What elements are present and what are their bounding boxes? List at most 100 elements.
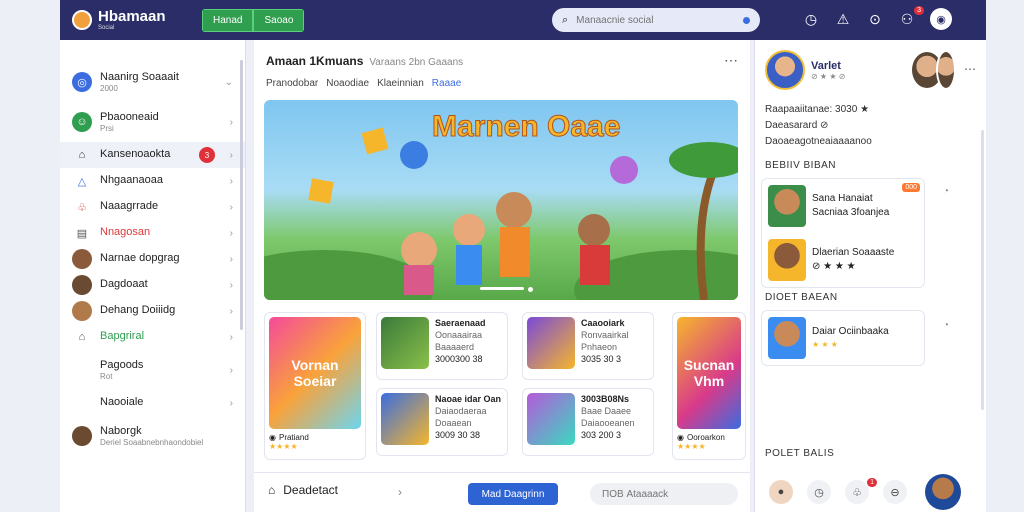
sidebar-scrollbar[interactable]	[240, 60, 243, 330]
page-title-text: Amaan 1Kmuans	[266, 54, 364, 68]
avatar[interactable]	[765, 50, 805, 90]
comment-input[interactable]	[590, 483, 738, 505]
chevron-right-icon[interactable]: ›	[230, 398, 233, 409]
chevron-right-icon[interactable]: ›	[230, 202, 233, 213]
friend-sub: ⊘ ★ ★ ★	[812, 261, 856, 272]
search-input[interactable]	[576, 14, 735, 26]
message-icon[interactable]: ⊙	[866, 8, 884, 30]
alert-icon[interactable]: ♧ 1	[845, 478, 877, 504]
sidebar-item-naooiale[interactable]: Naooiale ›	[60, 390, 245, 416]
sidebar-item-sub: Rot	[100, 371, 113, 381]
sidebar-item-naaagrrade[interactable]: ♧ Naaagrrade ›	[60, 194, 245, 220]
right-scrollbar[interactable]	[981, 130, 984, 410]
avatar	[72, 275, 92, 295]
friend-sub: Sacniaa 3foanjea	[812, 207, 890, 218]
home-icon: ⌂	[78, 149, 86, 161]
chevron-down-icon[interactable]: ⌄	[225, 77, 233, 88]
app-logo[interactable]: Hbamaan Social	[72, 8, 166, 31]
sidebar-item-label: Naborgk	[100, 424, 142, 437]
featured-cards: Vornan Soeiar ◉ Pratiand ★★★★ Saeraenaad O…	[264, 312, 746, 464]
refresh-icon[interactable]: ◔	[943, 186, 949, 197]
sidebar-item-label: Dehang Doiiidg	[100, 304, 176, 317]
sidebar-item-sub: 2000	[100, 83, 118, 93]
logo-icon	[72, 9, 92, 30]
game-card[interactable]: Saeraenaad Oonaaairaa Baaaaerd 3000300 38	[376, 312, 508, 380]
home-link[interactable]: ⌂ Deadetact	[268, 483, 338, 497]
sidebar-item-pagoods[interactable]: Pagoods Rot ›	[60, 350, 245, 390]
sidebar-item-kansenoaokta[interactable]: ⌂ Kansenoaokta 3 ›	[60, 142, 245, 168]
hero-banner[interactable]: Marnen Oaae	[264, 100, 738, 300]
more-options-icon[interactable]: ⋯	[724, 52, 738, 69]
chevron-right-icon[interactable]: ›	[230, 228, 233, 239]
alert-bell-icon[interactable]: ⚠	[834, 8, 852, 30]
avatar[interactable]	[925, 474, 961, 510]
search-bar[interactable]: ⌕	[552, 8, 760, 32]
sidebar-item-nnagosan[interactable]: ▤ Nnagosan ›	[60, 220, 245, 246]
game-card[interactable]: Caaooiark Ronvaairkal Pnhaeon 3035 30 3	[522, 312, 654, 380]
primary-action-button[interactable]: Mad Daagrinn	[468, 483, 558, 505]
logo-text: Hbamaan	[98, 8, 166, 25]
tab-pranodobar[interactable]: Pranodobar	[266, 78, 318, 89]
user-avatar-button[interactable]: ◉	[930, 8, 952, 30]
card-meta: 3000300 38	[435, 354, 483, 365]
more-options-icon[interactable]: ⋯	[964, 62, 976, 76]
sidebar-item-dehang-doiiidg[interactable]: Dehang Doiiidg ›	[60, 298, 245, 324]
sidebar-item-dagdoaat[interactable]: Dagdoaat ›	[60, 272, 245, 298]
list-item[interactable]: Sana Hanaiat Sacniaa 3foanjea 000	[762, 179, 924, 233]
sidebar-item-nhgaanaoaa[interactable]: △ Nhgaanaoaa ›	[60, 168, 245, 194]
tab-noaodiae[interactable]: Noaodiae	[326, 78, 369, 89]
chevron-right-icon[interactable]: ›	[230, 306, 233, 317]
user-avatar-icon: ☺	[72, 112, 92, 132]
chevron-right-icon[interactable]: ›	[398, 485, 402, 499]
refresh-icon[interactable]: ◔	[943, 320, 949, 331]
profile-summary[interactable]: Varlet ⊘ ★ ★ ⊘	[765, 50, 845, 90]
page-subtitle: Varaans 2bn Gaaans	[369, 57, 464, 68]
voice-search-icon[interactable]	[743, 16, 750, 24]
list-item[interactable]: Dlaerian Soaaaste ⊘ ★ ★ ★	[762, 233, 924, 287]
chat-icon[interactable]: ⊖	[883, 480, 907, 504]
chevron-right-icon[interactable]: ›	[230, 176, 233, 187]
friends-card: Sana Hanaiat Sacniaa 3foanjea 000 Dlaeria…	[761, 178, 925, 288]
avatar[interactable]	[936, 50, 956, 90]
sidebar-item-pbaooneaid[interactable]: ☺ Pbaooneaid Prsi ›	[60, 102, 245, 142]
sidebar-item-label: Pbaooneaid	[100, 110, 159, 123]
rating-stars: ★ ★ ★	[812, 340, 838, 350]
sidebar-item-label: Dagdoaat	[100, 278, 148, 291]
clock-icon[interactable]: ◷	[802, 8, 820, 30]
tab-klaeinnian[interactable]: Klaeinnian	[377, 78, 424, 89]
game-card-large[interactable]: Sucnan Vhm ◉ Ooroarkon ★★★★	[672, 312, 746, 460]
clock-icon[interactable]: ◷	[807, 480, 831, 504]
carousel-dot[interactable]	[528, 287, 533, 292]
chevron-right-icon[interactable]: ›	[230, 117, 233, 128]
card-caption: Pratiand	[278, 433, 309, 442]
top-icons-group: ◷ ⚠ ⊙ ⚇ 3 ◉	[802, 6, 952, 30]
tab-hanad[interactable]: Hanad	[202, 9, 254, 32]
chevron-right-icon[interactable]: ›	[230, 150, 233, 161]
document-icon: ▤	[76, 227, 88, 240]
chevron-right-icon[interactable]: ›	[230, 332, 233, 343]
friend-name: Dlaerian Soaaaste	[812, 247, 895, 258]
main-bottom-bar: ⌂ Deadetact › Mad Daagrinn	[254, 472, 750, 512]
sidebar-item-narnae-dopgrag[interactable]: Narnae dopgrag ›	[60, 246, 245, 272]
carousel-dot-active[interactable]	[480, 287, 524, 290]
avatar[interactable]: ●	[769, 480, 793, 504]
carousel-indicators[interactable]	[480, 287, 533, 292]
card-sub: Baaaaerd	[435, 342, 475, 353]
sidebar-item-naborgk[interactable]: Naborgk Deriel Soaabnebnhaondobiel	[60, 416, 245, 456]
friend-requests-icon[interactable]: ⚇ 3	[898, 6, 924, 30]
chevron-right-icon[interactable]: ›	[230, 280, 233, 291]
game-card[interactable]: 3003B08Ns Baae Daaee Daiaooeanen 303 200 3	[522, 388, 654, 456]
list-item[interactable]: Daiar Ociinbaaka ★ ★ ★	[762, 311, 924, 365]
chevron-right-icon[interactable]: ›	[230, 365, 233, 376]
game-card[interactable]: Naoae idar Oan Daiaodaeraa Doaaean 3009 30 …	[376, 388, 508, 456]
tab-raaae[interactable]: Raaae	[432, 78, 461, 89]
chevron-right-icon[interactable]: ›	[230, 254, 233, 265]
sidebar-item-naanirg-soaaait[interactable]: ◎ Naanirg Soaaait 2000 ⌄	[60, 62, 245, 102]
main-content: Amaan 1Kmuans Varaans 2bn Gaaans ⋯ Pranod…	[254, 40, 750, 512]
game-card-large[interactable]: Vornan Soeiar ◉ Pratiand ★★★★	[264, 312, 366, 460]
card-meta: 3035 30 3	[581, 354, 622, 365]
sidebar-item-bapgriral[interactable]: ⌂ Bapgriral ›	[60, 324, 245, 350]
tab-saoao[interactable]: Saoao	[253, 9, 305, 32]
card-sub: Daiaooeanen	[581, 418, 635, 429]
card-sub: Ronvaairkal	[581, 330, 629, 341]
